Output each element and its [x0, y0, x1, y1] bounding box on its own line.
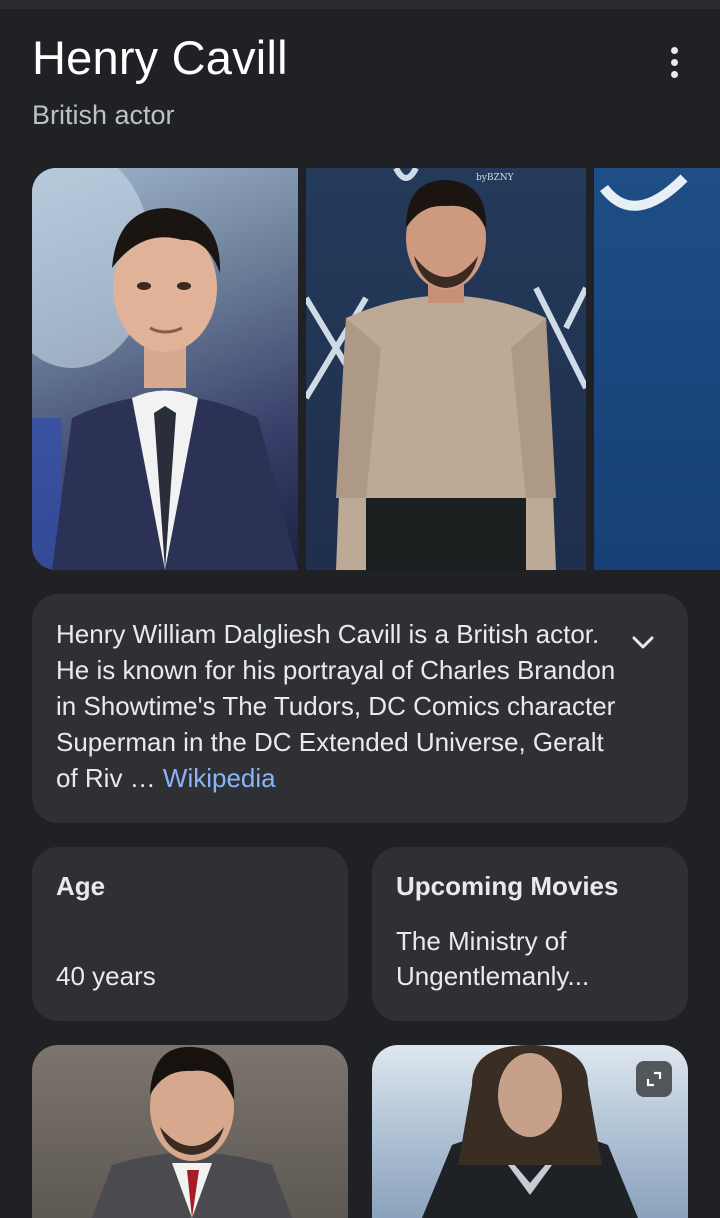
upcoming-movies-label: Upcoming Movies	[396, 871, 619, 901]
tile-suit-illustration	[92, 1046, 292, 1218]
more-vert-icon-dot	[670, 58, 678, 66]
page-title: Henry Cavill	[32, 31, 288, 84]
description-card: Henry William Dalgliesh Cavill is a Brit…	[32, 594, 688, 823]
photo-suit-illustration	[32, 168, 298, 570]
image-carousel[interactable]: byBZNY	[32, 168, 720, 570]
wikipedia-link[interactable]: Wikipedia	[163, 763, 276, 793]
photo-partial-illustration	[600, 174, 688, 211]
more-vert-icon	[670, 46, 678, 54]
description-body: Henry William Dalgliesh Cavill is a Brit…	[56, 619, 616, 793]
photo-sweater-illustration: byBZNY	[306, 168, 586, 570]
photo-henry-cavill-suit[interactable]	[32, 168, 298, 570]
description-text: Henry William Dalgliesh Cavill is a Brit…	[56, 616, 626, 796]
photo-sign-text: byBZNY	[476, 173, 515, 183]
age-card[interactable]: Age 40 years	[32, 847, 348, 1021]
photo-henry-cavill-sweater[interactable]: byBZNY	[306, 168, 586, 570]
expand-image-button[interactable]	[636, 1061, 672, 1097]
knowledge-panel-header: Henry Cavill British actor	[32, 30, 688, 131]
image-tile-superman[interactable]	[372, 1045, 688, 1218]
upcoming-movies-card[interactable]: Upcoming Movies The Ministry of Ungentle…	[372, 847, 688, 1021]
more-vert-icon-dot	[670, 70, 678, 78]
chevron-down-icon	[632, 636, 654, 649]
expand-description-button[interactable]	[628, 628, 658, 658]
expand-icon	[646, 1071, 662, 1087]
upcoming-movies-value: The Ministry of Ungentlemanly...	[396, 926, 590, 991]
top-divider	[0, 0, 720, 9]
page-subtitle: British actor	[32, 100, 175, 130]
age-label: Age	[56, 871, 106, 901]
age-value: 40 years	[56, 961, 156, 991]
photo-henry-cavill-partial[interactable]	[594, 168, 720, 570]
image-tile-suit[interactable]	[32, 1045, 348, 1218]
more-options-button[interactable]	[654, 42, 694, 82]
